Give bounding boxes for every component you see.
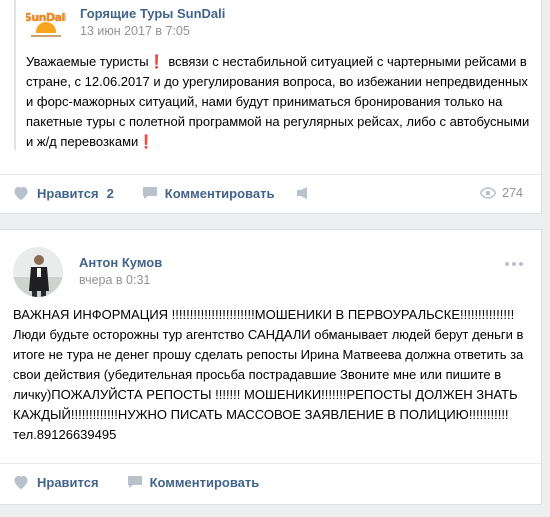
comment-icon (127, 476, 142, 488)
group-avatar[interactable]: SunDali (26, 4, 66, 44)
comment-label: Комментировать (149, 474, 260, 490)
share-icon (297, 187, 308, 199)
post-card: SunDali Горящие Туры SunDali 13 июн 2017… (0, 0, 542, 214)
more-icon[interactable] (505, 262, 523, 266)
post-card: Антон Кумов вчера в 0:31 ВАЖНАЯ ИНФОРМАЦ… (0, 229, 542, 505)
post-actions: Нравится 2 Комментировать 274 (0, 174, 541, 211)
heart-icon (14, 186, 28, 201)
views-count: 274 (502, 186, 523, 200)
like-button[interactable]: Нравится (12, 474, 99, 490)
heart-icon (14, 475, 28, 490)
like-label: Нравится (37, 474, 99, 490)
views-counter: 274 (480, 186, 523, 200)
avatar[interactable] (13, 247, 63, 297)
comment-button[interactable]: Комментировать (127, 474, 260, 490)
post-author[interactable]: Горящие Туры SunDali (80, 6, 225, 21)
post-author[interactable]: Антон Кумов (79, 255, 162, 270)
post-date[interactable]: вчера в 0:31 (79, 273, 150, 287)
eye-icon (480, 187, 497, 199)
post-text: ВАЖНАЯ ИНФОРМАЦИЯ !!!!!!!!!!!!!!!!!!!!!!… (13, 307, 524, 442)
post-date[interactable]: 13 июн 2017 в 7:05 (80, 24, 190, 38)
logo-underline (31, 35, 61, 37)
like-count: 2 (106, 185, 114, 201)
person-photo (13, 247, 63, 297)
comment-icon (142, 187, 157, 199)
post-text: Уважаемые туристы❗ всвязи с нестабильной… (26, 54, 530, 149)
repost-indicator (14, 0, 16, 150)
post-actions: Нравится Комментировать (0, 463, 541, 500)
share-button[interactable] (296, 186, 319, 200)
comment-button[interactable]: Комментировать (142, 185, 275, 201)
like-button[interactable]: Нравится 2 (12, 185, 114, 201)
like-label: Нравится (37, 185, 99, 201)
comment-label: Комментировать (164, 185, 275, 201)
